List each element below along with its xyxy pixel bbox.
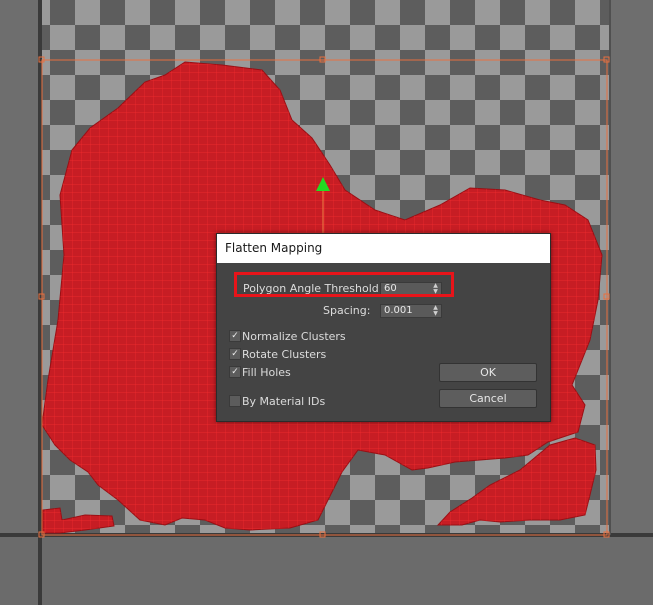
normalize-clusters-label[interactable]: Normalize Clusters <box>242 330 346 343</box>
spacing-label: Spacing: <box>323 304 371 317</box>
polygon-angle-threshold-label: Polygon Angle Threshold: <box>243 282 383 295</box>
by-material-ids-label[interactable]: By Material IDs <box>242 395 325 408</box>
dialog-title: Flatten Mapping <box>217 234 550 263</box>
spacing-value: 0.001 <box>384 305 413 316</box>
flatten-mapping-dialog: Flatten Mapping Polygon Angle Threshold:… <box>216 233 551 422</box>
rotate-clusters-label[interactable]: Rotate Clusters <box>242 348 326 361</box>
spinner-arrows-icon[interactable]: ▲ ▼ <box>432 283 439 295</box>
fill-holes-checkbox[interactable]: ✓ <box>229 366 241 378</box>
polygon-angle-threshold-spinner[interactable]: 60 ▲ ▼ <box>380 282 442 296</box>
polygon-angle-threshold-value: 60 <box>384 283 397 294</box>
ok-button[interactable]: OK <box>439 363 537 382</box>
fill-holes-label[interactable]: Fill Holes <box>242 366 291 379</box>
by-material-ids-checkbox[interactable] <box>229 395 241 407</box>
spinner-arrows-icon[interactable]: ▲ ▼ <box>432 305 439 317</box>
cancel-button[interactable]: Cancel <box>439 389 537 408</box>
normalize-clusters-checkbox[interactable]: ✓ <box>229 330 241 342</box>
rotate-clusters-checkbox[interactable]: ✓ <box>229 348 241 360</box>
spacing-spinner[interactable]: 0.001 ▲ ▼ <box>380 304 442 318</box>
